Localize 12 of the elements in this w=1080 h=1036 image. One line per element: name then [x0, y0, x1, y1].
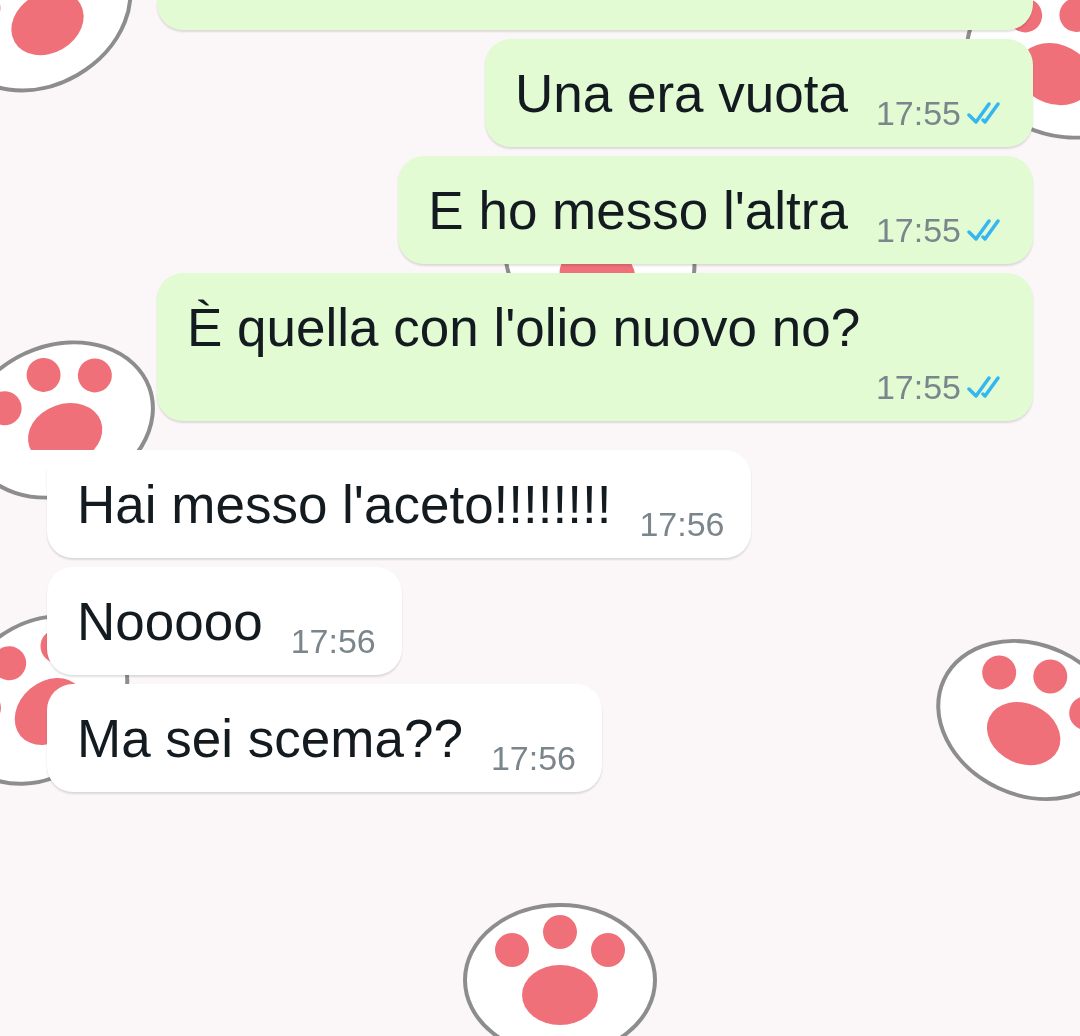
message-time: 17:55 [875, 93, 961, 133]
message-time: 17:55 [875, 210, 961, 250]
message-time: 17:55 [875, 367, 961, 407]
message-time: 17:56 [490, 738, 576, 778]
message-text: È quella con l'olio nuovo no? [187, 297, 861, 359]
message-time: 17:56 [290, 621, 376, 661]
message-text: Nooooo [77, 591, 263, 653]
message-text: E ho messo l'altra [428, 180, 848, 242]
message-text: Ma sei scema?? [77, 708, 463, 770]
message-time: 17:56 [639, 504, 725, 544]
message-text: Hai messo l'aceto!!!!!!!! [77, 474, 612, 536]
message-text: Una era vuota [514, 63, 848, 125]
